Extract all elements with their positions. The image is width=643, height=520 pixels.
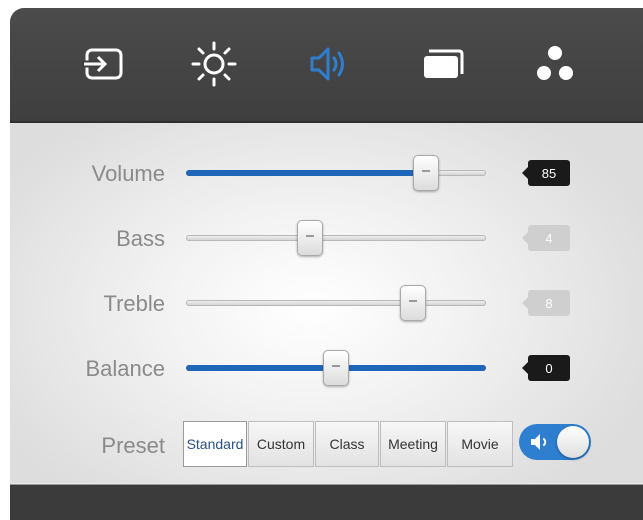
tab-screen[interactable] xyxy=(415,36,471,92)
input-source-icon xyxy=(82,48,123,80)
bass-slider[interactable] xyxy=(186,220,486,256)
treble-label: Treble xyxy=(103,291,165,316)
balance-value: 0 xyxy=(522,355,570,381)
preset-label: Preset xyxy=(101,433,165,458)
preset-meeting-button[interactable]: Meeting xyxy=(380,421,446,467)
bottom-bar xyxy=(10,484,643,520)
bass-thumb[interactable] xyxy=(297,220,324,256)
balance-thumb[interactable] xyxy=(323,350,349,386)
balance-slider[interactable] xyxy=(186,350,486,386)
sound-toggle[interactable] xyxy=(519,424,591,460)
preset-group: Standard Custom Class Meeting Movie xyxy=(183,421,514,467)
tab-brightness[interactable] xyxy=(186,36,242,92)
balance-label: Balance xyxy=(85,356,165,381)
volume-slider[interactable] xyxy=(186,155,486,191)
screen-icon xyxy=(424,49,464,78)
speaker-icon xyxy=(531,434,547,450)
sound-icon xyxy=(310,47,344,81)
tab-more[interactable] xyxy=(527,36,583,92)
treble-thumb[interactable] xyxy=(399,285,426,321)
tab-input-source[interactable] xyxy=(76,36,132,92)
treble-value: 8 xyxy=(522,290,570,316)
bass-value: 4 xyxy=(522,225,570,251)
preset-standard-button[interactable]: Standard xyxy=(183,421,247,467)
preset-custom-button[interactable]: Custom xyxy=(248,421,314,467)
more-dots-icon xyxy=(537,46,573,80)
bass-label: Bass xyxy=(116,226,165,251)
category-tab-bar xyxy=(10,8,643,123)
volume-label: Volume xyxy=(91,161,165,186)
sound-settings: Volume 85 Bass 4 Treble 8 Balance 0 Pres… xyxy=(10,123,643,483)
preset-class-button[interactable]: Class xyxy=(315,421,379,467)
brightness-icon xyxy=(191,41,237,87)
toggle-knob xyxy=(557,426,589,458)
tab-sound[interactable] xyxy=(300,36,356,92)
volume-value: 85 xyxy=(522,160,570,186)
volume-thumb[interactable] xyxy=(412,155,439,191)
volume-fill xyxy=(186,170,426,176)
preset-movie-button[interactable]: Movie xyxy=(447,421,513,467)
treble-slider[interactable] xyxy=(186,285,486,321)
settings-panel: Volume 85 Bass 4 Treble 8 Balance 0 Pres… xyxy=(10,8,643,520)
